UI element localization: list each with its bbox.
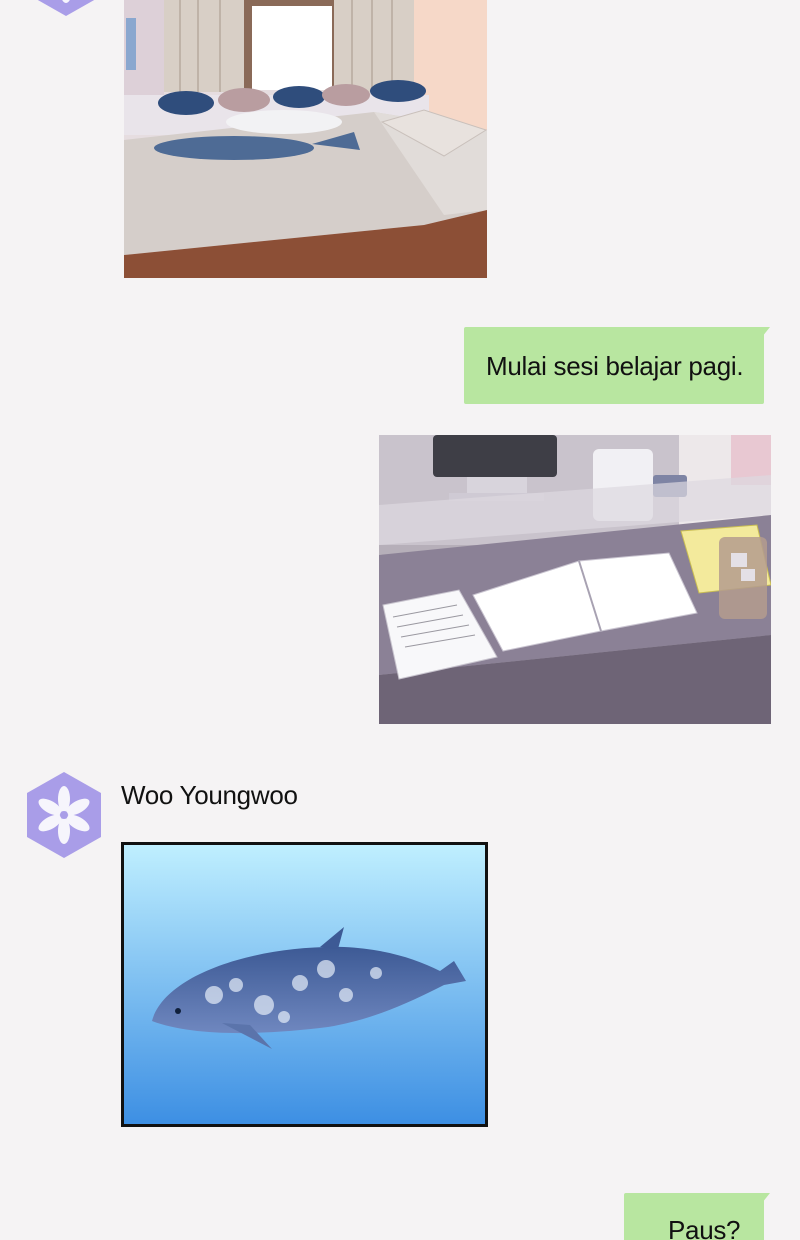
message-text: Mulai sesi belajar pagi. (486, 351, 744, 381)
desk-study-image[interactable] (379, 435, 771, 724)
snowflake-avatar-icon (37, 0, 95, 16)
avatar[interactable] (24, 770, 104, 860)
snowflake-avatar-icon (27, 772, 101, 858)
chat-view: Mulai sesi belajar pagi. Woo Youngwoo Pa… (0, 0, 800, 1240)
whale-image[interactable] (121, 842, 488, 1127)
avatar[interactable] (26, 0, 106, 18)
sender-name: Woo Youngwoo (121, 780, 298, 810)
bedroom-image[interactable] (124, 0, 487, 278)
message-text: Paus? (668, 1215, 741, 1240)
outgoing-message-bubble[interactable]: Paus? (624, 1193, 770, 1240)
outgoing-message-bubble[interactable]: Mulai sesi belajar pagi. (464, 327, 770, 404)
